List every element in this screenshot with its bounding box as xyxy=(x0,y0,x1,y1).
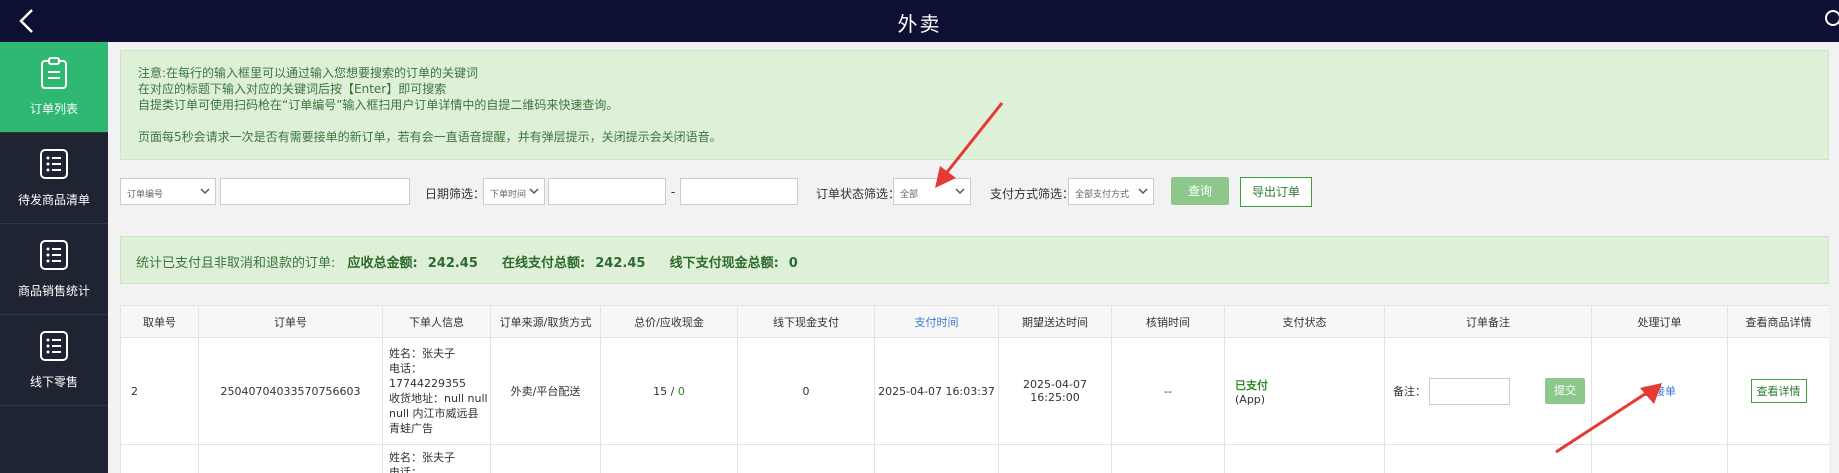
payment-filter-label: 支付方式筛选： xyxy=(990,187,1075,201)
sidebar-item-sales-stats[interactable]: 商品销售统计 xyxy=(0,224,108,315)
column-header: 总价/应收现金 xyxy=(600,305,738,338)
column-header: 订单备注 xyxy=(1384,305,1592,338)
start-date-input[interactable] xyxy=(548,178,666,205)
sidebar-item-label: 商品销售统计 xyxy=(17,284,90,298)
pay-status: 已支付 (App) xyxy=(1224,337,1385,445)
status-select[interactable]: 全部 xyxy=(893,178,971,205)
view-details-button[interactable]: 查看详情 xyxy=(1750,379,1807,403)
payment-select[interactable]: 全部支付方式 xyxy=(1068,178,1154,205)
column-header-sortable[interactable]: 支付时间 xyxy=(874,305,999,338)
chevron-down-icon xyxy=(1138,188,1148,195)
date-filter-label: 日期筛选： xyxy=(425,187,486,201)
accepted-order-link[interactable]: 已接单 xyxy=(1643,385,1676,398)
end-date-input[interactable] xyxy=(680,178,798,205)
column-header: 线下现金支付 xyxy=(737,305,875,338)
process-order: 已接单 xyxy=(1591,337,1728,445)
table-row: 姓名：张夫子 电话： xyxy=(120,444,1829,473)
column-header: 期望送达时间 xyxy=(998,305,1112,338)
pickup-number: 2 xyxy=(120,337,199,445)
query-button[interactable]: 查询 xyxy=(1171,177,1229,205)
sidebar-item-label: 待发商品清单 xyxy=(17,193,90,207)
total-price: 15 / 0 xyxy=(600,337,738,445)
column-header: 订单号 xyxy=(198,305,383,338)
notice-line: 在对应的标题下输入对应的关键词后按【Enter】即可搜索 xyxy=(138,82,447,96)
expected-delivery-time: 2025-04-07 16:25:00 xyxy=(998,337,1112,445)
list-icon xyxy=(40,240,68,270)
receivable-label: 应收总金额: xyxy=(347,256,418,271)
submit-remark-button[interactable]: 提交 xyxy=(1545,378,1585,404)
sidebar-item-label: 订单列表 xyxy=(29,102,78,116)
order-source: 外卖/平台配送 xyxy=(490,337,601,445)
notice-line: 页面每5秒会请求一次是否有需要接单的新订单，若有会一直语音提醒，并有弹层提示，关… xyxy=(138,130,722,144)
orders-table-wrapper: 取单号 订单号 下单人信息 订单来源/取货方式 总价/应收现金 线下现金支付 支… xyxy=(120,305,1829,473)
sidebar-item-label: 线下零售 xyxy=(29,375,78,389)
notice-line: 自提类订单可使用扫码枪在“订单编号”输入框扫用户订单详情中的自提二维码来快速查询… xyxy=(138,98,619,112)
filter-bar: 订单编号 日期筛选： 下单时间 - 订单状态筛选： 全部 支付方式筛选： 全部支… xyxy=(120,177,1829,207)
remark-label: 备注： xyxy=(1393,385,1426,398)
list-icon xyxy=(40,331,68,361)
view-detail-cell: 查看详情 xyxy=(1727,337,1829,445)
remark-input[interactable] xyxy=(1429,377,1510,405)
table-row: 2 25040704033570756603 姓名：张夫子 电话： 177442… xyxy=(120,337,1829,445)
page-title: 外卖 xyxy=(897,12,942,36)
order-number: 25040704033570756603 xyxy=(198,337,383,445)
column-header: 支付状态 xyxy=(1224,305,1385,338)
orders-table: 取单号 订单号 下单人信息 订单来源/取货方式 总价/应收现金 线下现金支付 支… xyxy=(120,305,1829,473)
sidebar-item-order-list[interactable]: 订单列表 xyxy=(0,42,108,133)
customer-info: 姓名：张夫子 电话： xyxy=(382,444,491,473)
column-header: 查看商品详情 xyxy=(1727,305,1829,338)
table-header-row: 取单号 订单号 下单人信息 订单来源/取货方式 总价/应收现金 线下现金支付 支… xyxy=(120,305,1829,338)
stats-prefix: 统计已支付且非取消和退款的订单: xyxy=(136,256,336,271)
export-orders-button[interactable]: 导出订单 xyxy=(1240,177,1312,207)
sidebar-item-pending-goods[interactable]: 待发商品清单 xyxy=(0,133,108,224)
column-header: 取单号 xyxy=(120,305,199,338)
offline-total-label: 线下支付现金总额: xyxy=(669,256,779,271)
offline-cash: 0 xyxy=(737,337,875,445)
pay-time: 2025-04-07 16:03:37 xyxy=(874,337,999,445)
sidebar-item-offline-retail[interactable]: 线下零售 xyxy=(0,315,108,406)
order-remark: 备注： 提交 xyxy=(1384,337,1592,445)
list-icon xyxy=(40,149,68,179)
receivable-value: 242.45 xyxy=(427,256,478,271)
sidebar: 订单列表 待发商品清单 商品销售统计 线下零售 xyxy=(0,42,108,473)
chevron-down-icon xyxy=(200,188,210,195)
search-icon[interactable] xyxy=(1823,8,1839,32)
column-header: 下单人信息 xyxy=(382,305,491,338)
chevron-down-icon xyxy=(955,188,965,195)
status-filter-label: 订单状态筛选： xyxy=(816,187,901,201)
verify-time: -- xyxy=(1111,337,1225,445)
customer-info: 姓名：张夫子 电话： 17744229355 收货地址：null null nu… xyxy=(382,337,491,445)
order-keyword-input[interactable] xyxy=(220,178,410,205)
column-header: 处理订单 xyxy=(1591,305,1728,338)
column-header: 订单来源/取货方式 xyxy=(490,305,601,338)
column-header: 核销时间 xyxy=(1111,305,1225,338)
order-field-select[interactable]: 订单编号 xyxy=(120,178,216,205)
online-total-label: 在线支付总额: xyxy=(502,256,586,271)
chevron-down-icon xyxy=(529,188,539,195)
top-bar: 外卖 xyxy=(0,0,1839,42)
stats-panel: 统计已支付且非取消和退款的订单: 应收总金额: 242.45 在线支付总额: 242… xyxy=(120,236,1829,284)
notice-line: 注意:在每行的输入框里可以通过输入您想要搜索的订单的关键词 xyxy=(138,66,479,80)
notice-panel: 注意:在每行的输入框里可以通过输入您想要搜索的订单的关键词 在对应的标题下输入对… xyxy=(120,50,1829,160)
offline-total-value: 0 xyxy=(788,256,798,271)
online-total-value: 242.45 xyxy=(595,256,646,271)
date-separator: - xyxy=(670,185,676,199)
date-type-select[interactable]: 下单时间 xyxy=(483,178,545,205)
clipboard-icon xyxy=(41,57,67,89)
